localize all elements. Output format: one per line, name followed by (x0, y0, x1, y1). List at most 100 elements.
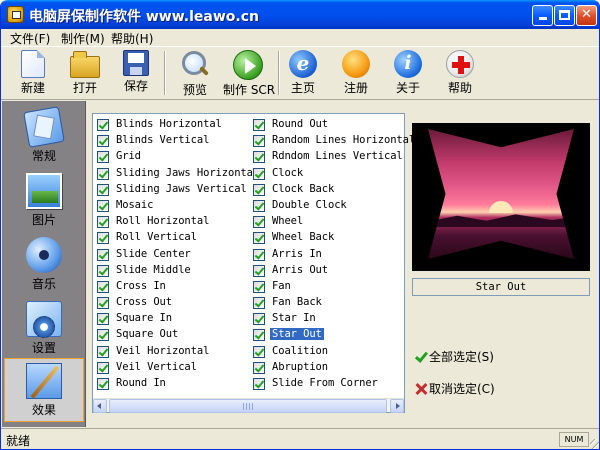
effect-checkbox[interactable] (253, 183, 265, 196)
effect-checkbox[interactable] (97, 345, 109, 358)
effect-checkbox[interactable] (97, 199, 109, 212)
scroll-right-arrow[interactable] (390, 399, 404, 413)
effect-label: Square In (116, 312, 172, 325)
effect-label: Slide From Corner (272, 377, 378, 389)
select-all-button[interactable]: 全部选定(S) (415, 348, 494, 365)
effect-label: Random Lines Horizontal (272, 134, 416, 147)
sidebar-item-settings[interactable]: 设置 (4, 297, 84, 361)
toolbar-separator (164, 51, 166, 95)
menu-help[interactable]: 帮助(H) (111, 30, 153, 47)
effect-label: Slide Center (116, 247, 191, 260)
home-button-label: 主页 (290, 81, 315, 95)
register-button-label: 注册 (343, 81, 368, 95)
effect-checkbox[interactable] (97, 264, 109, 277)
num-lock-indicator: NUM (559, 432, 589, 447)
effect-label: Star Out (270, 328, 324, 341)
preview-button[interactable]: 预览 (173, 50, 217, 98)
toolbar-separator (278, 51, 280, 95)
about-button[interactable]: i 关于 (386, 50, 430, 98)
effect-label: Veil Horizontal (116, 344, 210, 357)
resize-grip-icon[interactable] (590, 439, 599, 449)
deselect-all-label: 取消选定(C) (429, 382, 495, 396)
effect-checkbox[interactable] (97, 329, 109, 342)
effect-label: Cross Out (116, 296, 172, 309)
effect-checkbox[interactable] (253, 297, 265, 310)
effect-checkbox[interactable] (97, 151, 109, 164)
scroll-thumb[interactable] (109, 399, 387, 413)
title-bar[interactable]: 电脑屏保制作软件 www.leawo.cn ✕ (1, 0, 599, 29)
effect-checkbox[interactable] (253, 216, 265, 229)
make-scr-button[interactable]: 制作 SCR (223, 50, 276, 98)
folder-open-icon (70, 51, 100, 78)
maximize-icon (559, 10, 570, 20)
effect-checkbox[interactable] (253, 313, 265, 326)
effect-checkbox[interactable] (97, 378, 109, 390)
menu-file[interactable]: 文件(F) (10, 30, 50, 47)
effect-label: Arris In (272, 247, 322, 260)
sidebar-item-label: 设置 (31, 341, 56, 355)
sidebar-item-picture[interactable]: 图片 (4, 169, 84, 233)
effect-checkbox[interactable] (97, 183, 109, 196)
new-button[interactable]: 新建 (11, 50, 55, 98)
minimize-icon (538, 17, 547, 20)
effect-checkbox[interactable] (253, 345, 265, 358)
effect-checkbox[interactable] (97, 167, 109, 180)
effect-checkbox[interactable] (253, 135, 265, 148)
effect-checkbox[interactable] (253, 151, 265, 164)
minimize-button[interactable] (532, 5, 553, 26)
effect-preview (412, 123, 590, 271)
home-button[interactable]: e 主页 (281, 50, 325, 98)
effect-checkbox[interactable] (97, 297, 109, 310)
window-title: 电脑屏保制作软件 www.leawo.cn (29, 9, 259, 25)
effect-label: Star In (272, 312, 316, 325)
sidebar-item-normal[interactable]: 常规 (4, 105, 84, 169)
effect-checkbox[interactable] (253, 167, 265, 180)
menu-make[interactable]: 制作(M) (61, 30, 105, 47)
horizontal-scrollbar[interactable] (93, 398, 404, 413)
menu-bar: 文件(F) 制作(M) 帮助(H) (1, 29, 599, 47)
new-file-icon (21, 50, 45, 78)
app-window: 电脑屏保制作软件 www.leawo.cn ✕ 文件(F) 制作(M) 帮助(H… (0, 0, 600, 450)
close-icon: ✕ (581, 7, 592, 22)
preview-hills (428, 214, 574, 227)
toolbar: 新建 打开 保存 预览 制作 SCR e 主页 注册 i 关于 帮助 (1, 46, 599, 100)
effect-checkbox[interactable] (253, 199, 265, 212)
deselect-all-button[interactable]: 取消选定(C) (415, 380, 495, 397)
effect-checkbox[interactable] (97, 248, 109, 261)
effects-listbox[interactable]: Blinds Horizontal Blinds Vertical Grid Slid… (92, 113, 415, 413)
effect-label: Rdndom Lines Vertical (272, 150, 403, 163)
effect-checkbox[interactable] (97, 216, 109, 229)
effect-checkbox[interactable] (253, 248, 265, 261)
scroll-left-arrow[interactable] (93, 399, 107, 413)
open-button[interactable]: 打开 (63, 50, 107, 98)
effect-label: Fan Back (272, 296, 322, 309)
preview-caption: Star Out (412, 278, 590, 296)
close-button[interactable]: ✕ (576, 5, 597, 26)
effect-checkbox[interactable] (253, 264, 265, 277)
effect-checkbox[interactable] (97, 361, 109, 374)
effect-checkbox[interactable] (97, 280, 109, 293)
effect-checkbox[interactable] (253, 119, 265, 131)
effect-checkbox[interactable] (253, 361, 265, 374)
app-icon[interactable] (7, 6, 24, 23)
effect-checkbox[interactable] (97, 119, 109, 131)
save-button[interactable]: 保存 (114, 50, 158, 98)
effect-checkbox[interactable] (253, 280, 265, 293)
effect-checkbox[interactable] (253, 378, 265, 390)
effect-checkbox[interactable] (97, 135, 109, 148)
effect-checkbox[interactable] (97, 232, 109, 245)
register-button[interactable]: 注册 (334, 50, 378, 98)
sidebar-item-music[interactable]: 音乐 (4, 233, 84, 297)
help-button[interactable]: 帮助 (438, 50, 482, 98)
effect-label: Roll Vertical (116, 231, 197, 244)
effect-checkbox[interactable] (253, 232, 265, 245)
maximize-button[interactable] (554, 5, 575, 26)
effect-checkbox[interactable] (97, 313, 109, 326)
effect-label: Coalition (272, 344, 328, 357)
cross-icon (415, 383, 427, 395)
picture-icon (26, 173, 62, 209)
effect-checkbox[interactable] (253, 329, 265, 342)
make-scr-button-label: 制作 SCR (223, 83, 276, 97)
sidebar-item-effect[interactable]: 效果 (4, 358, 84, 422)
magnifier-icon (179, 50, 211, 80)
